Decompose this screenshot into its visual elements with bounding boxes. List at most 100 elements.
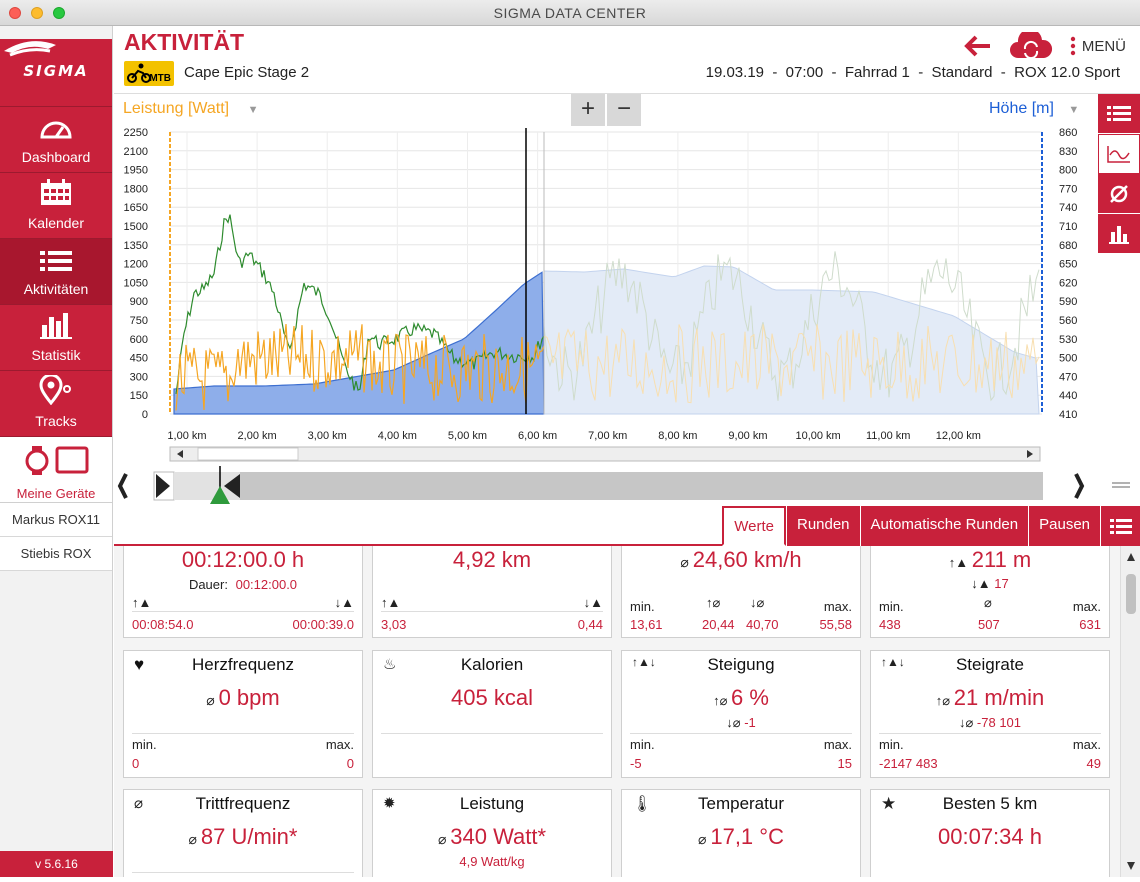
sidebar: SIGMA Dashboard Kalender Aktivitäten Sta… [0, 26, 113, 877]
zoom-window-button[interactable] [53, 7, 65, 19]
scroll-down-icon [1127, 862, 1135, 870]
card-title: Besten 5 km [942, 794, 1038, 813]
bar-chart-icon [1109, 225, 1129, 244]
detail-tabbar: Werte Runden Automatische Runden Pausen [114, 506, 1140, 546]
nav-dashboard[interactable]: Dashboard [0, 107, 112, 173]
values-scrollbar[interactable] [1120, 546, 1140, 877]
cloud-sync-icon[interactable] [1008, 32, 1054, 60]
card-sub-value: 00:12:00.0 [235, 577, 298, 592]
min-label: min. [630, 737, 655, 752]
right-tick-label: 710 [1059, 221, 1077, 233]
card-geschwindigkeit: ⌀ 24,60 km/h min. ↑⌀ ↓⌀ max. 13,61 20,44… [621, 546, 861, 638]
card-min-value: 0 [132, 756, 140, 771]
x-tick-label: 10,00 km [795, 430, 840, 442]
max-label: max. [1072, 737, 1101, 752]
card-steigung: ↑▲↓ Steigung ↑⌀ 6 % ↓⌀ -1 min. max. -5 1… [621, 650, 861, 778]
nav-kalender[interactable]: Kalender [0, 173, 112, 239]
avg-ascent-icon: ↑⌀ [713, 693, 732, 708]
x-tick-label: 3,00 km [308, 430, 347, 442]
card-title: Leistung [459, 794, 525, 813]
scroll-thumb [1126, 574, 1136, 614]
tab-werte[interactable]: Werte [722, 506, 786, 546]
card-besten-5km: ★ Besten 5 km 00:07:34 h [870, 789, 1110, 877]
chart-bar-button[interactable] [1098, 214, 1140, 254]
close-window-button[interactable] [9, 7, 21, 19]
avg-descent-icon: ↓⌀ [958, 715, 977, 730]
card-sub-label: Dauer: [188, 577, 228, 592]
min-label: min. [879, 737, 904, 752]
range-selector[interactable] [114, 466, 1140, 506]
device-item[interactable]: Markus ROX11 [0, 503, 112, 537]
activity-chart[interactable]: Leistung [Watt] ▼ + − Höhe [m] ▼ 2250 860… [114, 94, 1140, 466]
card-value: 0 bpm [218, 685, 280, 710]
sport-badge-label: MTB [149, 73, 171, 84]
tab-list-button[interactable] [1100, 506, 1140, 546]
brand-logo[interactable]: SIGMA [0, 39, 112, 107]
chart-line-button[interactable] [1098, 134, 1140, 174]
x-tick-label: 5,00 km [448, 430, 487, 442]
nav-label: Aktivitäten [23, 281, 89, 297]
tab-pausen[interactable]: Pausen [1028, 506, 1100, 546]
card-max-value: 55,58 [819, 617, 852, 632]
bar-chart-icon [40, 313, 72, 339]
line-chart-icon [1107, 146, 1130, 163]
nav-label: Kalender [27, 215, 85, 231]
activity-name: Cape Epic Stage 2 [184, 64, 310, 81]
max-label: max. [1072, 599, 1101, 614]
x-tick-label: 1,00 km [167, 430, 206, 442]
x-tick-label: 11,00 km [866, 430, 910, 442]
right-tick-label: 800 [1059, 165, 1077, 177]
nav-aktivitaeten[interactable]: Aktivitäten [0, 239, 112, 305]
nav-tracks[interactable]: Tracks [0, 371, 112, 437]
menu-button[interactable]: MENÜ [1070, 36, 1126, 56]
card-left-value: 00:08:54.0 [132, 617, 194, 632]
card-kalorien: ♨ Kalorien 405 kcal [372, 650, 612, 778]
menu-label: MENÜ [1081, 37, 1126, 55]
right-tick-label: 860 [1059, 127, 1077, 139]
nav-meine-geraete[interactable]: Meine Geräte [0, 437, 112, 503]
left-tick-label: 300 [130, 371, 148, 383]
card-value: 405 kcal [451, 685, 533, 710]
avg-ascent-icon: ↑⌀ [706, 595, 721, 610]
card-title: Herzfrequenz [191, 655, 295, 674]
nav-label: Tracks [35, 413, 77, 429]
left-tick-label: 1350 [124, 240, 148, 252]
card-value: 340 Watt* [450, 824, 547, 849]
average-icon: ⌀ [984, 595, 992, 610]
tab-automatische-runden[interactable]: Automatische Runden [859, 506, 1029, 546]
x-tick-label: 8,00 km [658, 430, 697, 442]
sport-badge: MTB [124, 61, 174, 86]
minimize-window-button[interactable] [31, 7, 43, 19]
card-title: Steigung [707, 655, 775, 674]
left-tick-label: 1050 [124, 277, 148, 289]
window-titlebar: SIGMA DATA CENTER [0, 0, 1140, 26]
card-min-value: -2147 483 [879, 756, 938, 771]
card-max-value: 0 [346, 756, 354, 771]
card-right-value: 0,44 [577, 617, 603, 632]
device-item[interactable]: Stiebis ROX [0, 537, 112, 571]
card-value: 00:12:00.0 h [181, 547, 305, 572]
map-pin-icon [39, 375, 71, 405]
card-min-value: -5 [630, 756, 642, 771]
right-tick-label: 560 [1059, 315, 1077, 327]
ascent-icon: ↑▲ [948, 555, 972, 570]
left-tick-label: 0 [142, 409, 148, 421]
tab-runden[interactable]: Runden [785, 506, 860, 546]
left-tick-label: 750 [130, 315, 148, 327]
card-sub-value: 4,9 Watt/kg [459, 854, 525, 869]
card-max-value: 631 [1079, 617, 1101, 632]
chart-average-button[interactable] [1098, 174, 1140, 214]
chart-toolbar [1098, 94, 1140, 254]
list-icon [40, 251, 72, 271]
back-arrow-icon[interactable] [962, 34, 992, 58]
chart-list-button[interactable] [1098, 94, 1140, 134]
mtb-cyclist-icon [127, 63, 151, 83]
card-steigrate: ↑▲↓ Steigrate ↑⌀ 21 m/min ↓⌀ -78 101 min… [870, 650, 1110, 778]
left-tick-label: 1650 [124, 202, 148, 214]
x-tick-label: 6,00 km [518, 430, 557, 442]
nav-statistik[interactable]: Statistik [0, 305, 112, 371]
chart-svg: 2250 8602100 8301950 8001800 7701650 7401500 7… [124, 127, 1077, 462]
ascent-icon: ↑▲ [381, 595, 401, 610]
card-trittfrequenz: ⌀ Trittfrequenz ⌀ 87 U/min* [123, 789, 363, 877]
speedometer-icon [40, 121, 72, 139]
